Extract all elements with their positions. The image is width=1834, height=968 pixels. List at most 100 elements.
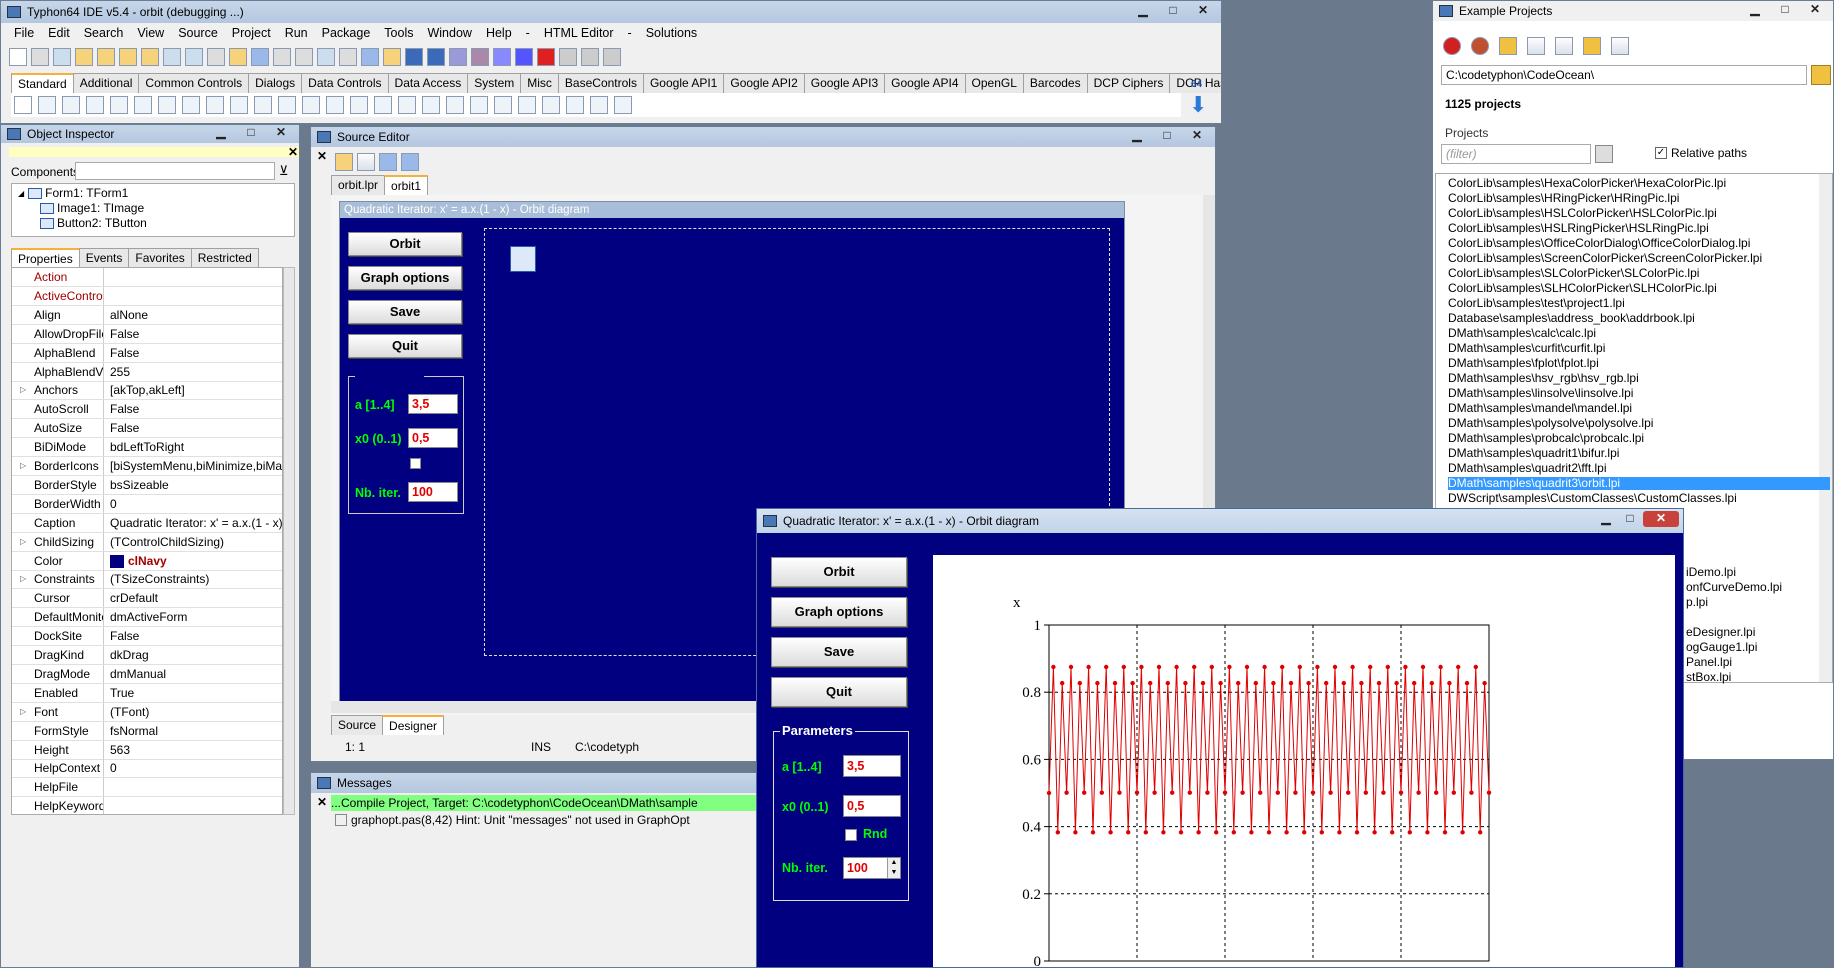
property-row[interactable]: BorderWidth 0 <box>12 494 282 514</box>
property-row[interactable]: ▷ Constraints (TSizeConstraints) <box>12 570 282 590</box>
property-row[interactable]: Color clNavy <box>12 551 282 571</box>
design-rnd-checkbox[interactable] <box>410 458 421 469</box>
project-item[interactable]: DMath\samples\polysolve\polysolve.lpi <box>1448 417 1653 430</box>
project-item-partial[interactable]: ogGauge1.lpi <box>1686 641 1757 654</box>
property-value[interactable]: [akTop,akLeft] <box>104 381 282 399</box>
minimize-icon[interactable]: ▁ <box>1129 3 1157 19</box>
menu-item-9[interactable]: Window <box>420 26 478 40</box>
menu-item-3[interactable]: View <box>130 26 171 40</box>
graph-options-button[interactable]: Graph options <box>771 597 907 627</box>
property-row[interactable]: ▷ ChildSizing (TControlChildSizing) <box>12 532 282 552</box>
property-value[interactable]: (TControlChildSizing) <box>104 533 282 551</box>
pointer-icon[interactable] <box>14 96 32 114</box>
component-icon[interactable] <box>398 96 416 114</box>
component-icon[interactable] <box>614 96 632 114</box>
palette-tab-11[interactable]: Google API3 <box>803 73 886 93</box>
property-row[interactable]: DockSite False <box>12 627 282 647</box>
maximize-icon[interactable]: □ <box>237 125 265 141</box>
toolbar-button-icon[interactable] <box>405 48 423 66</box>
inspector-tab-2[interactable]: Favorites <box>128 248 192 268</box>
property-value[interactable]: crDefault <box>104 589 282 607</box>
project-item[interactable]: DMath\samples\linsolve\linsolve.lpi <box>1448 387 1633 400</box>
project-item[interactable]: DMath\samples\mandel\mandel.lpi <box>1448 402 1632 415</box>
component-icon[interactable] <box>494 96 512 114</box>
design-save-button[interactable]: Save <box>348 300 462 324</box>
tree-item-image1[interactable]: Image1: TImage <box>40 201 144 215</box>
property-row[interactable]: Enabled True <box>12 683 282 703</box>
inspector-close-icon[interactable]: ✕ <box>288 145 298 159</box>
menu-item-6[interactable]: Run <box>278 26 315 40</box>
menu-item-2[interactable]: Search <box>77 26 131 40</box>
minimize-icon[interactable]: ▁ <box>1595 511 1617 527</box>
toolbar-button-icon[interactable] <box>163 48 181 66</box>
property-value[interactable]: 563 <box>104 741 282 759</box>
x0-input[interactable]: 0,5 <box>843 795 901 817</box>
component-icon[interactable] <box>590 96 608 114</box>
menu-item-14[interactable]: Solutions <box>639 26 704 40</box>
main-title-bar[interactable]: Typhon64 IDE v5.4 - orbit (debugging ...… <box>1 1 1221 23</box>
property-row[interactable]: DragMode dmManual <box>12 664 282 684</box>
property-value[interactable] <box>104 778 282 796</box>
property-value[interactable]: False <box>104 400 282 418</box>
property-value[interactable]: 0 <box>104 759 282 777</box>
projects-filter-input[interactable]: (filter) <box>1441 144 1591 164</box>
expand-icon[interactable]: ▷ <box>20 570 26 588</box>
property-row[interactable]: BorderStyle bsSizeable <box>12 475 282 495</box>
toolbar-button-icon[interactable] <box>273 48 291 66</box>
inspector-tab-0[interactable]: Properties <box>11 248 80 268</box>
toolbar-button-icon[interactable] <box>207 48 225 66</box>
property-value[interactable]: False <box>104 627 282 645</box>
menu-item-11[interactable]: - <box>519 26 537 40</box>
minimize-icon[interactable]: ▁ <box>1741 2 1769 18</box>
minimize-icon[interactable]: ▁ <box>207 125 235 141</box>
menu-item-10[interactable]: Help <box>479 26 519 40</box>
project-item[interactable]: ColorLib\samples\test\project1.lpi <box>1448 297 1625 310</box>
toolbar-button-icon[interactable] <box>317 48 335 66</box>
project-item[interactable]: ColorLib\samples\HexaColorPicker\HexaCol… <box>1448 177 1726 190</box>
running-form-title-bar[interactable]: Quadratic Iterator: x' = a.x.(1 - x) - O… <box>757 509 1683 533</box>
project-item-partial[interactable]: eDesigner.lpi <box>1686 626 1755 639</box>
property-value[interactable] <box>104 268 282 286</box>
messages-line-1[interactable]: ...Compile Project, Target: C:\codetypho… <box>331 795 759 811</box>
bottom-tab-0[interactable]: Source <box>331 715 384 735</box>
palette-tab-3[interactable]: Dialogs <box>248 73 303 93</box>
close-icon[interactable]: ✕ <box>267 125 295 141</box>
property-value[interactable]: dkDrag <box>104 646 282 664</box>
components-filter-input[interactable] <box>75 162 275 180</box>
property-row[interactable]: ActiveControl <box>12 286 282 306</box>
project-item[interactable]: DMath\samples\quadrit3\orbit.lpi <box>1448 477 1830 490</box>
property-value[interactable]: [biSystemMenu,biMinimize,biMaxim <box>104 457 282 475</box>
palette-tab-15[interactable]: DCP Ciphers <box>1086 73 1171 93</box>
menu-item-12[interactable]: HTML Editor <box>537 26 621 40</box>
quit-button[interactable]: Quit <box>771 677 907 707</box>
iter-spin-icon[interactable]: ▲ ▼ <box>887 858 900 878</box>
toolbar-button-icon[interactable] <box>449 48 467 66</box>
component-icon[interactable] <box>182 96 200 114</box>
view-icon[interactable] <box>357 153 375 171</box>
messages-close-icon[interactable]: ✕ <box>317 795 327 809</box>
bottom-tab-1[interactable]: Designer <box>382 715 445 735</box>
expand-icon[interactable]: ▷ <box>20 381 26 399</box>
project-item[interactable]: ColorLib\samples\HRingPicker\HRingPic.lp… <box>1448 192 1679 205</box>
component-icon[interactable] <box>422 96 440 114</box>
project-item[interactable]: DMath\samples\probcalc\probcalc.lpi <box>1448 432 1644 445</box>
palette-tab-13[interactable]: OpenGL <box>964 73 1024 93</box>
hand-icon[interactable] <box>335 153 353 171</box>
component-icon[interactable] <box>446 96 464 114</box>
maximize-icon[interactable]: □ <box>1159 3 1187 19</box>
orbit-button[interactable]: Orbit <box>771 557 907 587</box>
toolbar-button-icon[interactable] <box>515 48 533 66</box>
toolbar-button-icon[interactable] <box>53 48 71 66</box>
minimize-icon[interactable]: ▁ <box>1123 128 1151 144</box>
menu-item-4[interactable]: Source <box>171 26 225 40</box>
menu-item-13[interactable]: - <box>621 26 639 40</box>
palette-tab-10[interactable]: Google API2 <box>723 73 805 93</box>
menu-item-8[interactable]: Tools <box>377 26 420 40</box>
palette-tab-1[interactable]: Additional <box>72 73 140 93</box>
property-row[interactable]: ▷ Anchors [akTop,akLeft] <box>12 381 282 401</box>
palette-tab-14[interactable]: Barcodes <box>1022 73 1088 93</box>
property-value[interactable] <box>104 287 282 305</box>
toolbar-button-icon[interactable] <box>427 48 445 66</box>
maximize-icon[interactable]: □ <box>1771 2 1799 18</box>
project-item-partial[interactable]: p.lpi <box>1686 596 1708 609</box>
